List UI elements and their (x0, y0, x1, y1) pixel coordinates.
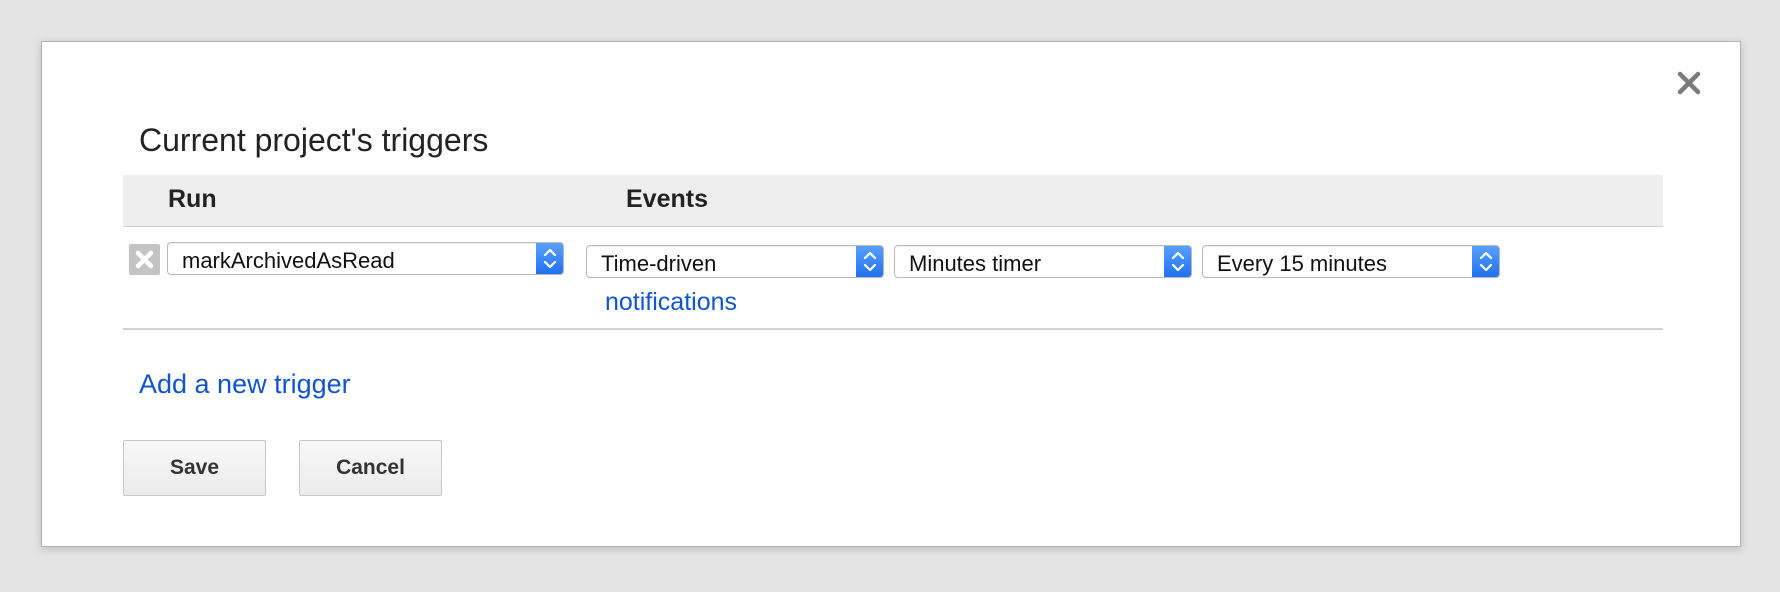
timer-type-value: Minutes timer (909, 251, 1042, 276)
triggers-table-header: Run Events (123, 175, 1663, 227)
notifications-link[interactable]: notifications (605, 288, 737, 317)
event-source-select[interactable]: Time-driven (586, 245, 884, 278)
timer-type-select[interactable]: Minutes timer (894, 245, 1192, 278)
add-trigger-link[interactable]: Add a new trigger (139, 369, 351, 400)
interval-value: Every 15 minutes (1217, 251, 1387, 276)
run-function-value: markArchivedAsRead (182, 248, 395, 273)
delete-trigger-button[interactable] (129, 244, 160, 275)
column-header-events: Events (626, 185, 708, 213)
cancel-button[interactable]: Cancel (299, 440, 442, 496)
close-icon[interactable] (1673, 67, 1705, 99)
column-header-run: Run (168, 185, 217, 213)
row-divider (123, 328, 1663, 330)
chevron-updown-icon (856, 246, 883, 277)
chevron-updown-icon (1164, 246, 1191, 277)
dialog-title: Current project's triggers (139, 122, 489, 158)
interval-select[interactable]: Every 15 minutes (1202, 245, 1500, 278)
run-function-select[interactable]: markArchivedAsRead (167, 242, 564, 275)
chevron-updown-icon (1472, 246, 1499, 277)
save-button[interactable]: Save (123, 440, 266, 496)
triggers-dialog: Current project's triggers Run Events ma… (41, 41, 1741, 547)
delete-x-icon (135, 250, 154, 269)
chevron-updown-icon (536, 243, 563, 274)
event-source-value: Time-driven (601, 251, 717, 276)
